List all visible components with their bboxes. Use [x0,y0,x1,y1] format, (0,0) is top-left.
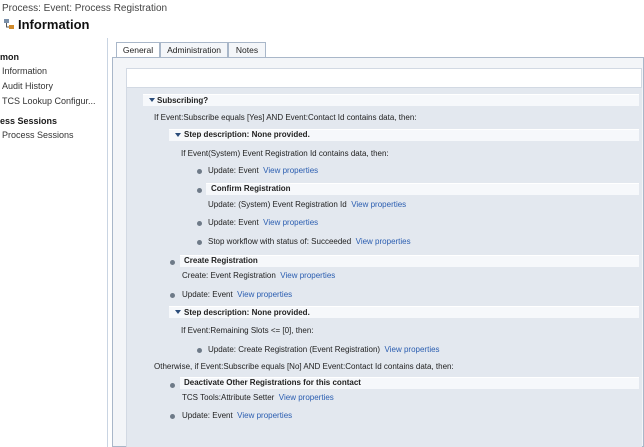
step-label-description-1: Step description: None provided. [184,130,310,139]
otherwise-condition-text: Otherwise, if Event:Subscribe equals [No… [154,362,454,371]
collapse-triangle-icon[interactable] [175,133,181,137]
page-title: Information [18,17,90,32]
sidebar-item-process-sessions[interactable]: Process Sessions [2,130,74,140]
bullet-icon [197,240,202,245]
bullet-icon [170,383,175,388]
bullet-icon [197,348,202,353]
step-bar-subscribing [143,94,639,106]
sidebar: mon Information Audit History TCS Lookup… [0,38,108,447]
sidebar-item-audit-history[interactable]: Audit History [2,81,53,91]
action-text: Stop workflow with status of: Succeeded [208,237,352,246]
view-properties-link[interactable]: View properties [237,290,292,299]
action-stop-workflow: Stop workflow with status of: Succeeded … [208,237,411,246]
tab-notes[interactable]: Notes [228,42,266,58]
action-text: Update: Event [208,218,259,227]
condition-text: If Event:Subscribe equals [Yes] AND Even… [154,113,417,122]
bullet-icon [170,414,175,419]
designer-toolbar [126,68,642,88]
sidebar-section-sessions: ess Sessions [0,116,58,126]
action-update-create-registration: Update: Create Registration (Event Regis… [208,345,440,354]
collapse-triangle-icon[interactable] [149,98,155,102]
action-tcs-attribute-setter: TCS Tools:Attribute Setter View properti… [182,393,334,402]
condition-text: If Event(System) Event Registration Id c… [181,149,389,158]
action-update-event-4: Update: Event View properties [182,411,292,420]
step-label-deactivate: Deactivate Other Registrations for this … [184,378,361,387]
view-properties-link[interactable]: View properties [385,345,440,354]
step-label-confirm-registration: Confirm Registration [211,184,291,193]
view-properties-link[interactable]: View properties [351,200,406,209]
view-properties-link[interactable]: View properties [280,271,335,280]
action-text: Create: Event Registration [182,271,276,280]
view-properties-link[interactable]: View properties [263,166,318,175]
view-properties-link[interactable]: View properties [263,218,318,227]
action-update-event-2: Update: Event View properties [208,218,318,227]
header: Process: Event: Process Registration Inf… [0,0,644,38]
view-properties-link[interactable]: View properties [356,237,411,246]
view-properties-link[interactable]: View properties [279,393,334,402]
step-label-create-registration: Create Registration [184,256,258,265]
action-update-event-1: Update: Event View properties [208,166,318,175]
action-text: Update: Create Registration (Event Regis… [208,345,381,354]
sidebar-item-tcs-lookup[interactable]: TCS Lookup Configur... [2,96,96,106]
condition-text: If Event:Remaining Slots <= [0], then: [181,326,314,335]
action-create-event-registration: Create: Event Registration View properti… [182,271,335,280]
view-properties-link[interactable]: View properties [237,411,292,420]
action-update-event-3: Update: Event View properties [182,290,292,299]
step-label-subscribing: Subscribing? [157,96,209,105]
sidebar-item-information[interactable]: Information [2,66,47,76]
action-text: TCS Tools:Attribute Setter [182,393,275,402]
collapse-triangle-icon[interactable] [175,310,181,314]
sidebar-section-common: mon [0,52,19,62]
bullet-icon [170,293,175,298]
process-icon [4,19,14,29]
step-label-description-2: Step description: None provided. [184,308,310,317]
action-update-system-registration: Update: (System) Event Registration Id V… [208,200,406,209]
tab-administration[interactable]: Administration [160,42,228,58]
bullet-icon [197,169,202,174]
workflow-designer: Subscribing? If Event:Subscribe equals [… [126,88,642,447]
action-text: Update: (System) Event Registration Id [208,200,347,209]
bullet-icon [197,188,202,193]
action-text: Update: Event [182,411,233,420]
bullet-icon [197,221,202,226]
action-text: Update: Event [182,290,233,299]
breadcrumb: Process: Event: Process Registration [2,3,168,14]
action-text: Update: Event [208,166,259,175]
bullet-icon [170,260,175,265]
